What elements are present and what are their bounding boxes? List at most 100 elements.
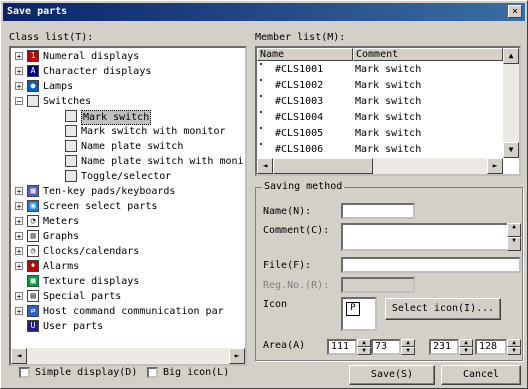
area-x1-field[interactable]: 111 [327, 339, 357, 355]
scroll-up-icon[interactable]: ▲ [503, 48, 519, 64]
expand-icon[interactable]: + [15, 232, 23, 241]
switch-icon [27, 95, 39, 107]
switch-icon [65, 170, 77, 182]
comment-scroll[interactable]: ▲ ▼ [507, 223, 521, 251]
alarm-icon: ♦ [27, 260, 39, 272]
member-name: #CLS1002 [275, 80, 324, 91]
expand-icon[interactable]: + [15, 67, 23, 76]
switch-icon [65, 140, 77, 152]
tree-item-label: Lamps [43, 81, 74, 92]
switch-icon [65, 155, 77, 167]
cancel-button[interactable]: Cancel [441, 365, 521, 385]
scroll-left-icon[interactable]: ◄ [257, 158, 273, 174]
switch-icon [260, 63, 262, 65]
tree-item-label: Screen select parts [43, 201, 158, 212]
expand-icon[interactable]: + [15, 247, 23, 256]
scroll-left-icon[interactable]: ◄ [11, 348, 27, 364]
table-row[interactable]: #CLS1005 Mark switch [257, 126, 503, 141]
table-row[interactable]: #CLS1006 Mark switch [257, 142, 503, 157]
switch-icon [65, 110, 77, 122]
reg-no-label: Reg.No.(R): [263, 280, 330, 291]
collapse-icon[interactable]: − [15, 97, 23, 106]
expand-icon[interactable]: + [15, 52, 23, 61]
expand-icon[interactable]: + [15, 82, 23, 91]
part-preview-icon: P [346, 302, 360, 316]
comment-field[interactable] [341, 223, 509, 251]
tree-item-label: Clocks/calendars [43, 246, 140, 257]
file-label: File(F): [263, 260, 312, 271]
screen-select-icon: ▣ [27, 200, 39, 212]
tree-item-label: Graphs [43, 231, 80, 242]
member-comment: Mark switch [355, 96, 422, 107]
switch-icon [260, 79, 262, 81]
save-parts-dialog: Save parts × Class list(T): +1 Numeral di… [0, 0, 528, 389]
keypad-icon: ▦ [27, 185, 39, 197]
scroll-up-icon[interactable]: ▲ [507, 223, 521, 237]
member-list-hscrollbar[interactable]: ◄ ► [257, 158, 503, 174]
tree-item-label: Mark switch with monitor [81, 126, 226, 137]
class-list-tree[interactable]: +1 Numeral displays + A Character displays + ●… [9, 46, 247, 366]
scroll-right-icon[interactable]: ► [487, 158, 503, 174]
table-row[interactable]: #CLS1003 Mark switch [257, 94, 503, 109]
expand-icon[interactable]: + [15, 292, 23, 301]
tree-item-label: Name plate switch [81, 141, 184, 152]
tree-item-label: Character displays [43, 66, 152, 77]
expand-icon[interactable]: + [15, 217, 23, 226]
area-label: Area(A) [263, 340, 306, 351]
tree-item-label: Switches [43, 96, 92, 107]
tree-item-label: Host command communication par [43, 306, 224, 317]
table-row[interactable]: #CLS1002 Mark switch [257, 78, 503, 93]
member-name: #CLS1004 [275, 112, 324, 123]
user-parts-icon: U [27, 320, 39, 332]
switch-icon [260, 111, 262, 113]
expand-icon[interactable]: + [15, 202, 23, 211]
simple-display-label[interactable]: Simple display(D) [35, 367, 137, 378]
scroll-thumb[interactable] [273, 158, 373, 174]
icon-label: Icon [263, 299, 288, 310]
member-list-vscrollbar[interactable]: ▲ ▼ [503, 48, 519, 158]
name-field[interactable] [341, 203, 415, 219]
area-x2-field[interactable]: 231 [429, 339, 459, 355]
tree-item-label: Special parts [43, 291, 122, 302]
class-list-hscrollbar[interactable]: ◄ ► [11, 348, 245, 364]
column-header-comment[interactable]: Comment [353, 48, 503, 61]
column-header-name[interactable]: Name [257, 48, 353, 61]
reg-no-field [341, 277, 415, 293]
graph-icon: ▥ [27, 230, 39, 242]
member-name: #CLS1005 [275, 128, 324, 139]
tree-item-label: Meters [43, 216, 80, 227]
scroll-right-icon[interactable]: ► [229, 348, 245, 364]
member-name: #CLS1001 [275, 64, 324, 75]
big-icon-label[interactable]: Big icon(L) [163, 367, 229, 378]
expand-icon[interactable]: + [15, 187, 23, 196]
select-icon-button[interactable]: Select icon(I)... [385, 298, 501, 320]
simple-display-checkbox[interactable] [19, 367, 30, 378]
scroll-down-icon[interactable]: ▼ [503, 142, 519, 158]
scroll-down-icon[interactable]: ▼ [507, 237, 521, 251]
member-list[interactable]: Name Comment #CLS1001 Mark switch #CLS1002… [255, 46, 521, 176]
expand-icon[interactable]: + [15, 307, 23, 316]
member-comment: Mark switch [355, 80, 422, 91]
tree-item-label: Toggle/selector [81, 171, 172, 182]
expand-icon[interactable]: + [15, 262, 23, 271]
area-y1-spinner[interactable]: ▲ ▼ [401, 339, 415, 355]
tree-item-label: Texture displays [43, 276, 140, 287]
big-icon-checkbox[interactable] [147, 367, 158, 378]
close-icon[interactable]: × [508, 5, 522, 18]
save-button[interactable]: Save(S) [349, 365, 435, 385]
member-list-label: Member list(M): [255, 32, 346, 43]
comment-label: Comment(C): [263, 225, 330, 236]
file-field[interactable] [341, 257, 521, 273]
table-row[interactable]: #CLS1001 Mark switch [257, 62, 503, 77]
area-y2-spinner[interactable]: ▲ ▼ [507, 339, 521, 355]
title-bar[interactable]: Save parts × [3, 3, 525, 21]
tree-item-label: Name plate switch with moni [81, 156, 244, 167]
table-row[interactable]: #CLS1004 Mark switch [257, 110, 503, 125]
area-y1-field[interactable]: 73 [371, 339, 401, 355]
tree-item-label: User parts [43, 321, 104, 332]
switch-icon [260, 95, 262, 97]
dialog-title: Save parts [7, 6, 68, 17]
area-x1-spinner[interactable]: ▲ ▼ [357, 339, 371, 355]
area-y2-field[interactable]: 128 [475, 339, 507, 355]
area-x2-spinner[interactable]: ▲ ▼ [459, 339, 473, 355]
